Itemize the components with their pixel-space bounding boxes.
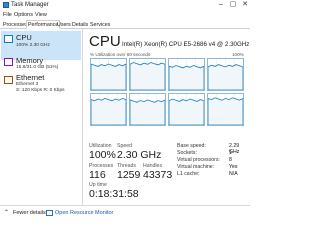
graph-caption: % Utilization over 60 seconds: [90, 52, 151, 57]
resource-monitor-icon: [46, 210, 53, 216]
sockets-value: 1: [229, 150, 232, 156]
uptime-value: 0:18:31:58: [89, 188, 139, 200]
ethernet-mini-graph-icon: [4, 76, 13, 84]
virtual-machine-value: Yes: [229, 164, 238, 170]
cpu-core-graph: [129, 93, 166, 126]
virtual-machine-label: Virtual machine:: [177, 164, 215, 170]
minimize-icon[interactable]: –: [215, 0, 227, 10]
chevron-up-icon[interactable]: ⌃: [4, 210, 9, 217]
tab-details[interactable]: Details: [71, 21, 89, 29]
window-title: Task Manager: [11, 2, 49, 8]
task-manager-icon: [3, 2, 9, 8]
menu-view[interactable]: View: [35, 12, 47, 19]
menu-file[interactable]: File: [3, 12, 12, 19]
tab-users[interactable]: Users: [56, 21, 72, 29]
maximize-icon[interactable]: ▢: [227, 0, 239, 10]
handles-value: 43373: [143, 169, 173, 181]
close-icon[interactable]: ✕: [239, 0, 251, 10]
processes-value: 116: [89, 169, 106, 181]
cpu-model-name: Intel(R) Xeon(R) CPU E5-2686 v4 @ 2.30GH…: [122, 41, 250, 48]
memory-mini-graph-icon: [4, 58, 13, 66]
cpu-core-graph: [207, 58, 244, 91]
graph-max-label: 100%: [232, 52, 244, 57]
utilization-value: 100%: [89, 149, 116, 161]
cpu-core-graph: [90, 93, 127, 126]
base-speed-value: 2.29 GHz: [229, 143, 240, 155]
fewer-details-link[interactable]: Fewer details: [13, 210, 46, 217]
base-speed-label: Base speed:: [177, 143, 206, 149]
tab-services[interactable]: Services: [89, 21, 111, 29]
l1-cache-value: N/A: [229, 171, 238, 177]
menu-options[interactable]: Options: [14, 12, 33, 19]
sidebar-item-ethernet-label: Ethernet: [16, 73, 45, 82]
tab-processes[interactable]: Processes: [2, 21, 29, 29]
virtual-processors-value: 8: [229, 157, 232, 163]
sidebar-item-ethernet-detail: S: 120 Kbps R: 0 Kbps: [16, 88, 65, 93]
sidebar-item-cpu-label: CPU: [16, 33, 32, 42]
sidebar-item-memory-label: Memory: [16, 56, 44, 65]
virtual-processors-label: Virtual processors:: [177, 157, 220, 163]
cpu-core-graph: [168, 93, 205, 126]
cpu-core-graph: [90, 58, 127, 91]
sidebar-item-cpu-detail: 100% 2.30 GHz: [16, 43, 50, 48]
l1-cache-label: L1 cache:: [177, 171, 200, 177]
threads-value: 1259: [117, 169, 141, 181]
open-resource-monitor-link[interactable]: Open Resource Monitor: [55, 210, 113, 217]
cpu-core-graph: [168, 58, 205, 91]
cpu-core-graph: [129, 58, 166, 91]
speed-value: 2.30 GHz: [117, 149, 162, 161]
cpu-mini-graph-icon: [4, 35, 13, 43]
sockets-label: Sockets:: [177, 150, 197, 156]
cpu-core-graph: [207, 93, 244, 126]
page-title: CPU: [89, 33, 121, 50]
